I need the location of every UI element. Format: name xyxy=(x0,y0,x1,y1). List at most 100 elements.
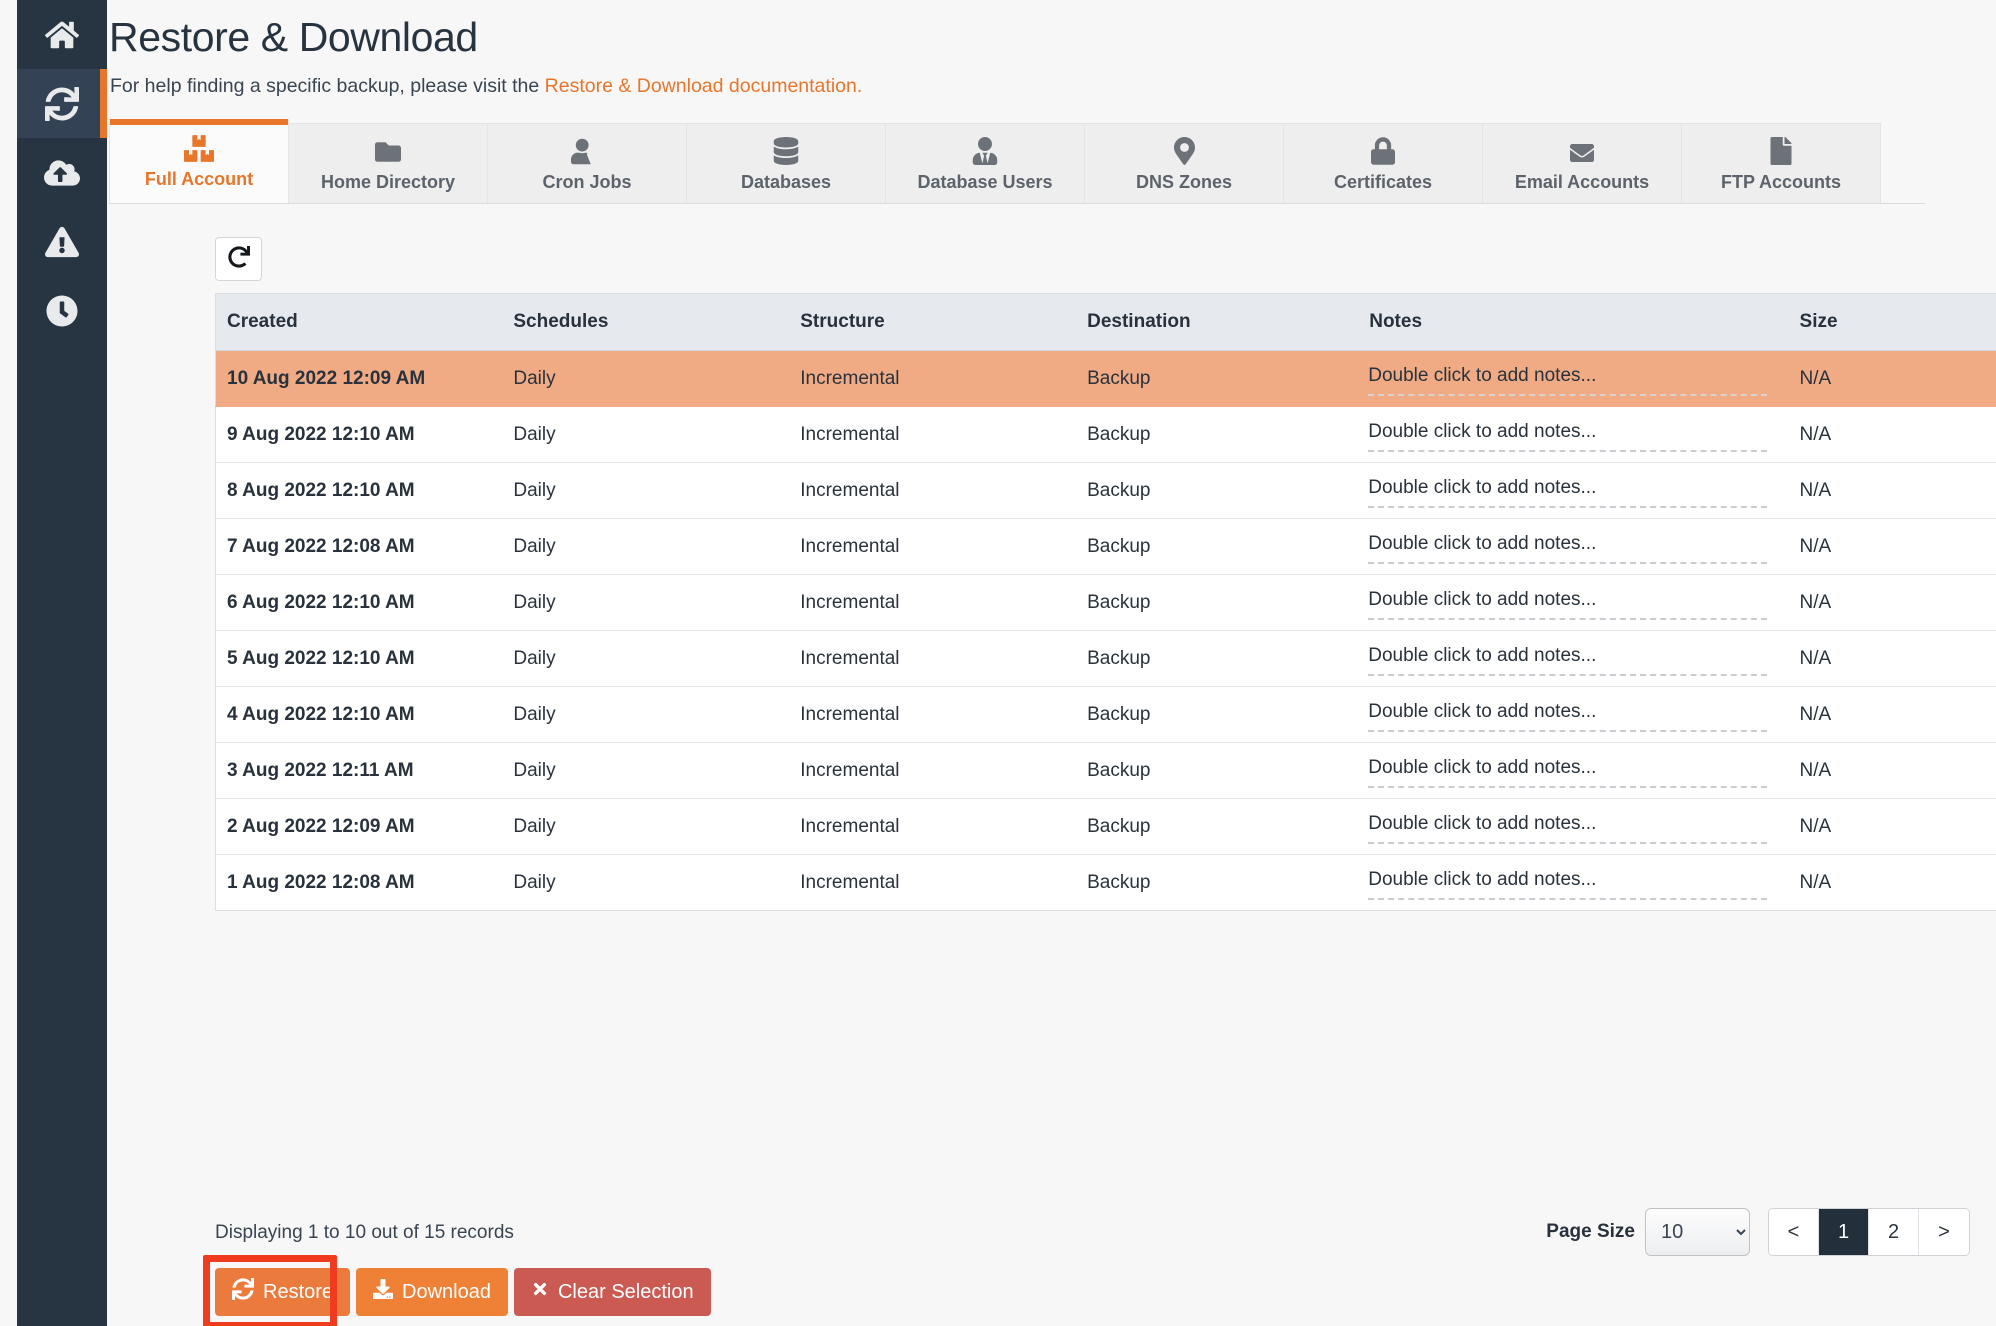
cell-created: 9 Aug 2022 12:10 AM xyxy=(215,406,503,463)
download-icon xyxy=(373,1278,394,1306)
folder-icon xyxy=(373,135,403,165)
notes-editable[interactable]: Double click to add notes... xyxy=(1368,697,1767,732)
column-header-destination[interactable]: Destination xyxy=(1076,293,1359,351)
download-button-label: Download xyxy=(402,1280,491,1303)
pagination-prev[interactable]: < xyxy=(1769,1209,1819,1255)
table-row[interactable]: 6 Aug 2022 12:10 AM Daily Incremental Ba… xyxy=(215,574,1996,631)
cell-destination: Backup xyxy=(1076,518,1359,575)
download-button[interactable]: Download xyxy=(356,1268,508,1316)
table-row[interactable]: 7 Aug 2022 12:08 AM Daily Incremental Ba… xyxy=(215,518,1996,575)
tab-label: Cron Jobs xyxy=(542,171,632,192)
sync-icon xyxy=(45,86,79,121)
notes-editable[interactable]: Double click to add notes... xyxy=(1368,529,1767,564)
clear-selection-button[interactable]: Clear Selection xyxy=(513,1268,711,1316)
cell-notes[interactable]: Double click to add notes... xyxy=(1358,798,1789,855)
tab-databases[interactable]: Databases xyxy=(687,123,886,203)
table-row[interactable]: 1 Aug 2022 12:08 AM Daily Incremental Ba… xyxy=(215,854,1996,911)
map-marker-icon xyxy=(1173,135,1195,165)
cell-created: 10 Aug 2022 12:09 AM xyxy=(215,350,503,407)
tab-label: Certificates xyxy=(1333,171,1433,192)
notes-editable[interactable]: Double click to add notes... xyxy=(1368,809,1767,844)
tab-label: DNS Zones xyxy=(1135,171,1232,192)
table-row[interactable]: 9 Aug 2022 12:10 AM Daily Incremental Ba… xyxy=(215,406,1996,463)
table-row[interactable]: 3 Aug 2022 12:11 AM Daily Incremental Ba… xyxy=(215,742,1996,799)
cell-schedules: Daily xyxy=(502,350,790,407)
cell-notes[interactable]: Double click to add notes... xyxy=(1358,406,1789,463)
page-size-select[interactable]: 10 25 50 100 xyxy=(1645,1208,1750,1256)
table-row[interactable]: 2 Aug 2022 12:09 AM Daily Incremental Ba… xyxy=(215,798,1996,855)
notes-editable[interactable]: Double click to add notes... xyxy=(1368,865,1767,900)
notes-editable[interactable]: Double click to add notes... xyxy=(1368,361,1767,396)
tab-label: FTP Accounts xyxy=(1720,171,1841,192)
sidebar-item-backups[interactable] xyxy=(17,69,107,138)
tab-ftp-accounts[interactable]: FTP Accounts xyxy=(1682,123,1881,203)
cell-notes[interactable]: Double click to add notes... xyxy=(1358,686,1789,743)
cell-notes[interactable]: Double click to add notes... xyxy=(1358,742,1789,799)
tab-database-users[interactable]: Database Users xyxy=(886,123,1085,203)
refresh-button[interactable] xyxy=(215,237,262,281)
table-row[interactable]: 10 Aug 2022 12:09 AM Daily Incremental B… xyxy=(215,350,1996,407)
cell-structure: Incremental xyxy=(789,798,1077,855)
pagination-next[interactable]: > xyxy=(1919,1209,1969,1255)
tab-cron-jobs[interactable]: Cron Jobs xyxy=(488,123,687,203)
pagination-page-2[interactable]: 2 xyxy=(1869,1209,1919,1255)
left-sidebar xyxy=(17,0,107,1326)
restore-button-label: Restore xyxy=(263,1280,334,1303)
sidebar-item-history[interactable] xyxy=(17,276,107,345)
records-count: Displaying 1 to 10 out of 15 records xyxy=(215,1222,514,1243)
documentation-link[interactable]: Restore & Download documentation. xyxy=(545,75,863,97)
cell-notes[interactable]: Double click to add notes... xyxy=(1358,350,1789,407)
cell-size: N/A xyxy=(1788,518,1996,575)
tab-full-account[interactable]: Full Account xyxy=(109,119,289,203)
cell-notes[interactable]: Double click to add notes... xyxy=(1358,630,1789,687)
notes-editable[interactable]: Double click to add notes... xyxy=(1368,753,1767,788)
cell-notes[interactable]: Double click to add notes... xyxy=(1358,462,1789,519)
column-header-size[interactable]: Size xyxy=(1788,293,1996,351)
cell-notes[interactable]: Double click to add notes... xyxy=(1358,574,1789,631)
restore-button[interactable]: Restore xyxy=(215,1268,351,1316)
cell-created: 1 Aug 2022 12:08 AM xyxy=(215,854,503,911)
sidebar-item-downloads[interactable] xyxy=(17,138,107,207)
table-body: 10 Aug 2022 12:09 AM Daily Incremental B… xyxy=(215,350,1996,911)
page-title: Restore & Download xyxy=(109,14,478,60)
warning-icon xyxy=(45,225,79,259)
column-header-structure[interactable]: Structure xyxy=(789,293,1077,351)
sidebar-item-alerts[interactable] xyxy=(17,207,107,276)
refresh-icon xyxy=(227,245,250,273)
column-header-schedules[interactable]: Schedules xyxy=(502,293,790,351)
cell-notes[interactable]: Double click to add notes... xyxy=(1358,518,1789,575)
page-size-label: Page Size xyxy=(1546,1221,1635,1242)
notes-editable[interactable]: Double click to add notes... xyxy=(1368,473,1767,508)
tab-email-accounts[interactable]: Email Accounts xyxy=(1483,123,1682,203)
tab-home-directory[interactable]: Home Directory xyxy=(289,123,488,203)
notes-editable[interactable]: Double click to add notes... xyxy=(1368,641,1767,676)
cell-schedules: Daily xyxy=(502,798,790,855)
file-icon xyxy=(1770,135,1792,165)
cell-structure: Incremental xyxy=(789,854,1077,911)
table-row[interactable]: 4 Aug 2022 12:10 AM Daily Incremental Ba… xyxy=(215,686,1996,743)
table-row[interactable]: 8 Aug 2022 12:10 AM Daily Incremental Ba… xyxy=(215,462,1996,519)
notes-editable[interactable]: Double click to add notes... xyxy=(1368,585,1767,620)
pagination-controls: Page Size 10 25 50 100 < 1 2 > xyxy=(1546,1208,1970,1256)
tab-certificates[interactable]: Certificates xyxy=(1284,123,1483,203)
column-header-notes[interactable]: Notes xyxy=(1358,293,1789,351)
table-head: Created Schedules Structure Destination … xyxy=(215,293,1996,351)
cell-destination: Backup xyxy=(1076,574,1359,631)
app-root: Restore & Download For help finding a sp… xyxy=(0,0,1996,1326)
table-row[interactable]: 5 Aug 2022 12:10 AM Daily Incremental Ba… xyxy=(215,630,1996,687)
pagination-page-1[interactable]: 1 xyxy=(1819,1209,1869,1255)
cloud-download-icon xyxy=(44,156,80,190)
cell-created: 8 Aug 2022 12:10 AM xyxy=(215,462,503,519)
cell-size: N/A xyxy=(1788,798,1996,855)
notes-editable[interactable]: Double click to add notes... xyxy=(1368,417,1767,452)
sidebar-item-home[interactable] xyxy=(17,0,107,69)
cell-schedules: Daily xyxy=(502,742,790,799)
backups-table-container: Created Schedules Structure Destination … xyxy=(215,293,1996,911)
cell-schedules: Daily xyxy=(502,854,790,911)
cell-notes[interactable]: Double click to add notes... xyxy=(1358,854,1789,911)
column-header-created[interactable]: Created xyxy=(215,293,503,351)
tab-dns-zones[interactable]: DNS Zones xyxy=(1085,123,1284,203)
cell-structure: Incremental xyxy=(789,574,1077,631)
cell-schedules: Daily xyxy=(502,574,790,631)
cell-schedules: Daily xyxy=(502,630,790,687)
